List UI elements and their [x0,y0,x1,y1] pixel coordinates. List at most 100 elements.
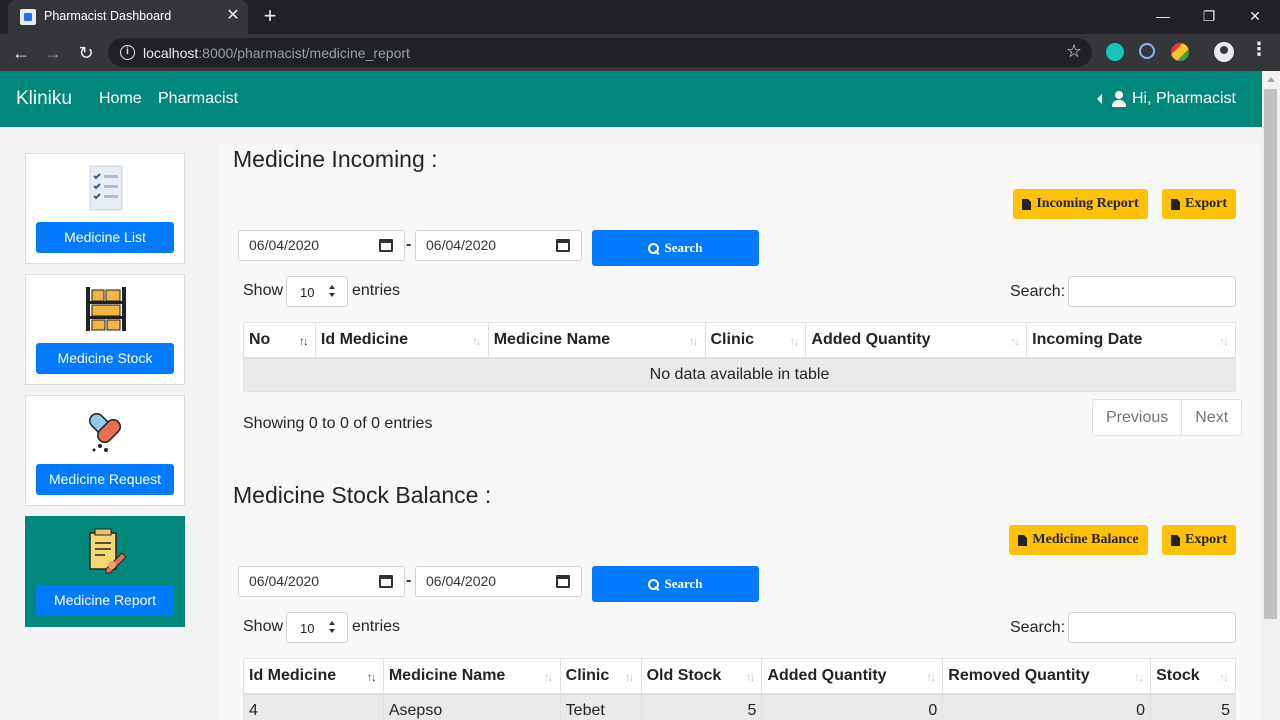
incoming-search-input[interactable] [1068,276,1236,307]
medicine-balance-label: Medicine Balance [1032,532,1139,547]
cell-id: 4 [243,693,384,720]
window-close-icon[interactable]: ✕ [1232,2,1278,30]
col-medicine-name[interactable]: Medicine Name ↑↓ [382,658,561,695]
medicine-list-button[interactable]: Medicine List [36,222,174,253]
col-clinic[interactable]: Clinic ↑↓ [559,658,642,695]
medicine-stock-button[interactable]: Medicine Stock [36,343,174,374]
col-id-medicine[interactable]: Id Medicine ↑↓ [314,322,489,359]
col-added-quantity[interactable]: Added Quantity ↑↓ [761,658,944,695]
col-clinic[interactable]: Clinic ↑↓ [704,322,807,359]
col-id-medicine[interactable]: Id Medicine ↑↓ [243,658,384,695]
col-stock[interactable]: Stock ↑↓ [1150,658,1236,695]
balance-export-button[interactable]: Export [1162,525,1236,555]
calendar-icon[interactable] [379,575,393,588]
sidebar-item-medicine-report[interactable]: Medicine Report [25,516,185,627]
sidebar-item-medicine-list[interactable]: Medicine List [25,153,185,264]
next-button[interactable]: Next [1181,400,1241,435]
incoming-entries-select[interactable]: 10 [286,276,348,307]
incoming-date-to-value: 06/04/2020 [426,237,497,253]
app-navbar: Kliniku Home Pharmacist Hi, Pharmacist [0,71,1262,127]
calendar-icon[interactable] [379,239,393,252]
balance-search-label: Search [664,576,703,591]
col-incoming-date[interactable]: Incoming Date ↑↓ [1026,322,1236,359]
browser-toolbar: ← → ↻ i localhost:8000/pharmacist/medici… [0,34,1280,71]
col-no[interactable]: No ↑↓ [243,322,316,359]
incoming-report-button[interactable]: Incoming Report [1013,189,1148,219]
caret-left-icon [1096,94,1102,104]
balance-search-label-text: Search: [1010,619,1066,636]
browser-tab[interactable]: Pharmacist Dashboard ✕ [8,0,248,34]
tab-title: Pharmacist Dashboard [44,9,172,23]
medicine-balance-button[interactable]: Medicine Balance [1009,525,1148,555]
sidebar-item-medicine-stock[interactable]: Medicine Stock [25,274,185,385]
scroll-up-icon[interactable] [1267,77,1275,82]
excel-icon [1171,198,1180,210]
sort-icon: ↑↓ [624,670,635,684]
table-row[interactable]: 4 Asepso Tebet 5 0 0 5 [243,693,1236,720]
brand-logo[interactable]: Kliniku [16,88,72,110]
cell-clinic: Tebet [559,693,642,720]
scroll-thumb[interactable] [1264,89,1277,619]
cell-name: Asepso [382,693,561,720]
user-menu[interactable]: Hi, Pharmacist [1096,90,1236,108]
minimize-icon[interactable]: — [1140,2,1186,30]
nav-home[interactable]: Home [99,90,142,108]
cell-old-stock: 5 [640,693,763,720]
balance-entries-select[interactable]: 10 [286,612,348,643]
forward-icon[interactable]: → [40,40,66,66]
show-label: Show [243,618,284,635]
cell-stock: 5 [1150,693,1236,720]
sort-asc-icon: ↑↓ [298,334,309,348]
search-icon [648,242,660,254]
favicon-icon [20,9,36,25]
prev-button[interactable]: Previous [1093,400,1181,435]
tab-close-icon[interactable]: ✕ [224,6,242,26]
entries-value: 10 [300,285,315,300]
incoming-export-button[interactable]: Export [1162,189,1236,219]
balance-date-to[interactable]: 06/04/2020 [415,566,582,597]
page-scrollbar[interactable] [1262,71,1280,720]
user-icon [1111,91,1126,107]
col-medicine-name[interactable]: Medicine Name ↑↓ [487,322,706,359]
info-icon[interactable]: i [120,45,135,60]
medicine-request-button[interactable]: Medicine Request [36,464,174,495]
sort-icon: ↑↓ [471,334,482,348]
sort-icon: ↑↓ [745,670,755,684]
col-added-quantity[interactable]: Added Quantity ↑↓ [805,322,1028,359]
col-removed-quantity[interactable]: Removed Quantity ↑↓ [942,658,1152,695]
balance-title: Medicine Stock Balance : [233,482,492,508]
extension-icon[interactable] [1106,43,1124,61]
address-bar[interactable]: i localhost:8000/pharmacist/medicine_rep… [108,38,1092,67]
col-old-stock[interactable]: Old Stock ↑↓ [640,658,763,695]
restore-icon[interactable]: ❐ [1186,2,1232,30]
incoming-pagination: Previous Next [1092,399,1243,436]
sort-asc-icon: ↑↓ [366,670,377,684]
sidebar: Medicine List Medicine Stock Medicine Re… [0,143,210,720]
menu-icon[interactable]: ⋮ [1250,39,1268,60]
pdf-icon [1018,534,1028,546]
colorful-extension-icon[interactable] [1171,43,1189,61]
incoming-search-label-text: Search: [1010,283,1066,300]
main-panel: Medicine Incoming : Incoming Report Expo… [218,143,1260,720]
sidebar-item-medicine-request[interactable]: Medicine Request [25,395,185,506]
reload-icon[interactable]: ↻ [73,40,99,66]
nav-pharmacist[interactable]: Pharmacist [158,90,238,108]
back-icon[interactable]: ← [8,40,34,66]
new-tab-icon[interactable]: + [258,4,282,28]
balance-search-input[interactable] [1068,612,1236,643]
star-icon[interactable]: ☆ [1066,41,1082,62]
calendar-icon[interactable] [556,239,570,252]
incoming-date-from-value: 06/04/2020 [249,237,320,253]
incoming-table: No ↑↓ Id Medicine ↑↓ Medicine Name ↑↓ Clini… [243,322,1236,392]
balance-date-from[interactable]: 06/04/2020 [238,566,405,597]
incoming-search-button[interactable]: Search [592,230,759,266]
react-extension-icon[interactable] [1139,43,1155,59]
profile-icon[interactable] [1214,42,1234,62]
incoming-date-from[interactable]: 06/04/2020 [238,230,405,261]
balance-search-button[interactable]: Search [592,566,759,602]
incoming-date-to[interactable]: 06/04/2020 [415,230,582,261]
calendar-icon[interactable] [556,575,570,588]
incoming-title: Medicine Incoming : [233,146,438,172]
cell-added-quantity: 0 [761,693,944,720]
medicine-report-button[interactable]: Medicine Report [36,585,174,616]
